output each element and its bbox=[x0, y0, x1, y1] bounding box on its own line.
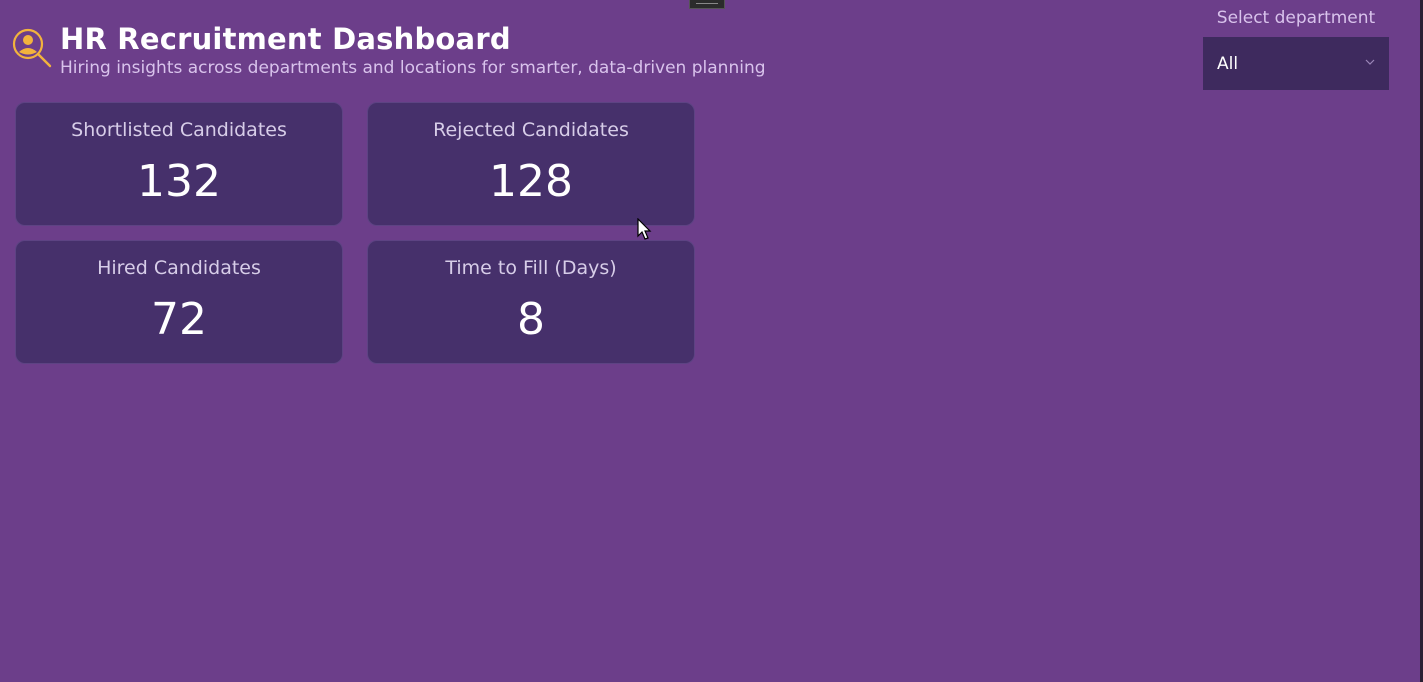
kpi-card-shortlisted: Shortlisted Candidates 132 bbox=[15, 102, 343, 226]
kpi-value: 72 bbox=[151, 294, 207, 345]
user-search-icon bbox=[12, 28, 52, 68]
mouse-pointer-icon bbox=[637, 218, 652, 240]
kpi-label: Hired Candidates bbox=[97, 257, 261, 279]
kpi-label: Rejected Candidates bbox=[433, 119, 629, 141]
chevron-down-icon bbox=[1365, 59, 1375, 65]
page-title: HR Recruitment Dashboard bbox=[60, 22, 511, 56]
page-subtitle: Hiring insights across departments and l… bbox=[60, 58, 766, 78]
department-dropdown[interactable]: All bbox=[1203, 37, 1389, 90]
window-grip-handle[interactable] bbox=[689, 0, 725, 9]
kpi-label: Time to Fill (Days) bbox=[445, 257, 617, 279]
kpi-card-rejected: Rejected Candidates 128 bbox=[367, 102, 695, 226]
kpi-value: 128 bbox=[489, 156, 573, 207]
department-dropdown-value: All bbox=[1217, 53, 1239, 74]
kpi-card-time-to-fill: Time to Fill (Days) 8 bbox=[367, 240, 695, 364]
kpi-value: 132 bbox=[137, 156, 221, 207]
header-text: HR Recruitment Dashboard Hiring insights… bbox=[60, 22, 766, 79]
kpi-value: 8 bbox=[517, 294, 545, 345]
header: HR Recruitment Dashboard Hiring insights… bbox=[11, 22, 766, 79]
kpi-label: Shortlisted Candidates bbox=[71, 119, 287, 141]
department-filter-label: Select department bbox=[1216, 8, 1376, 28]
kpi-card-hired: Hired Candidates 72 bbox=[15, 240, 343, 364]
